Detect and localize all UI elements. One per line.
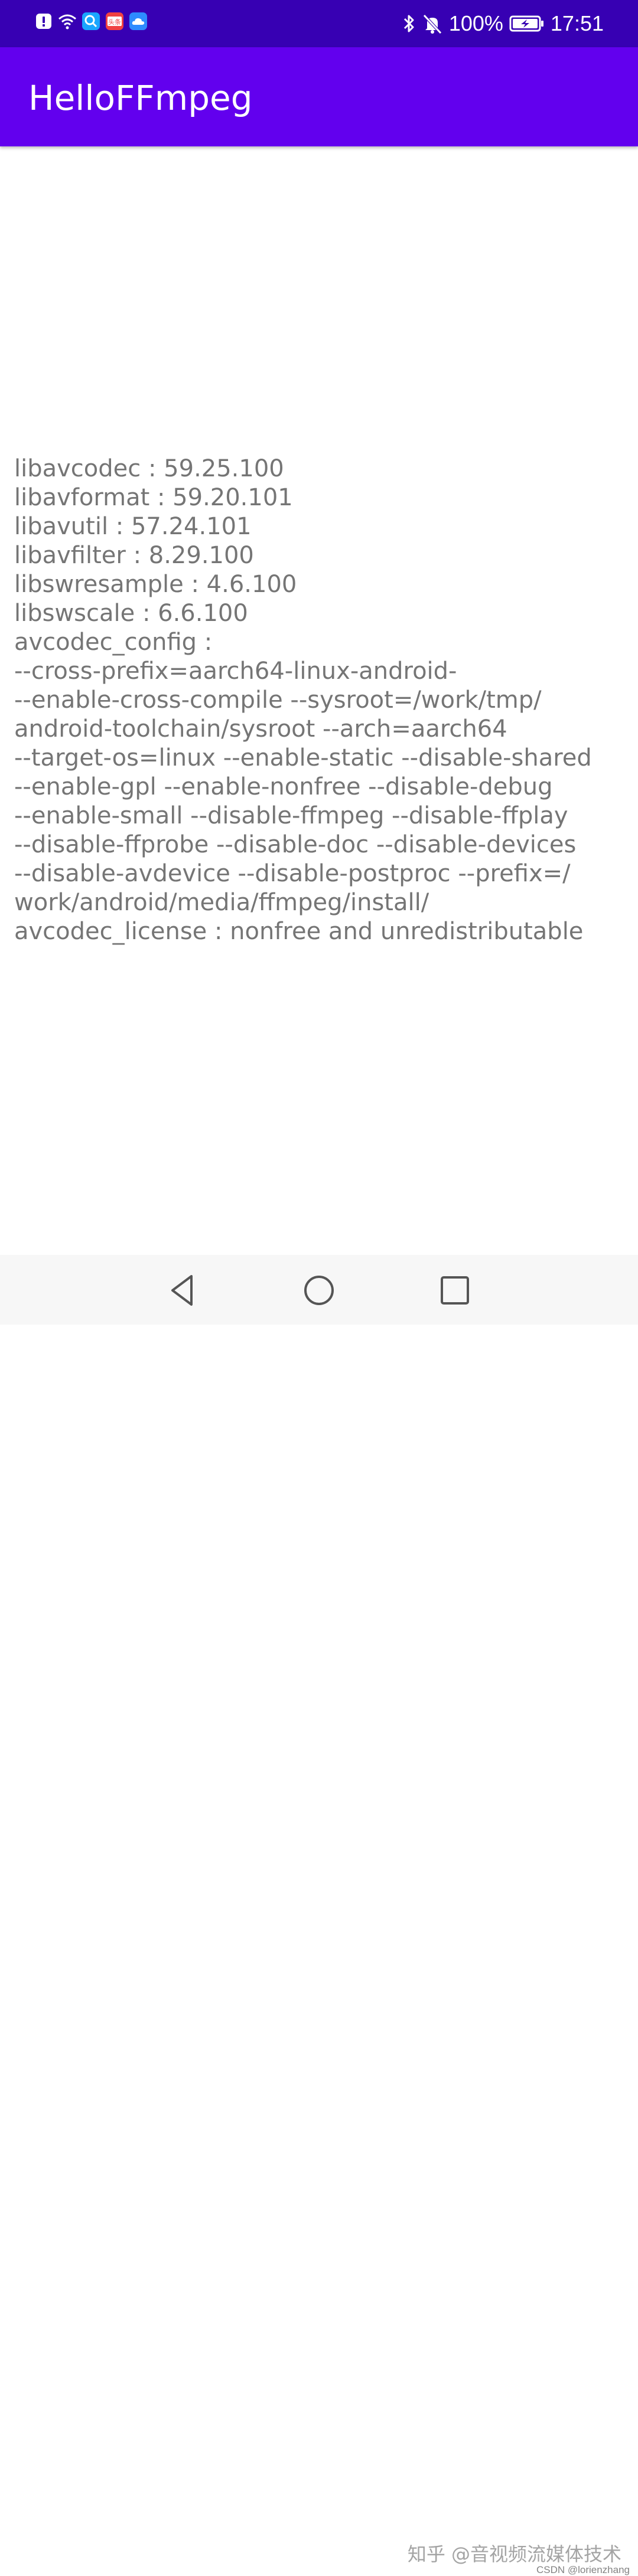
svg-text:头条: 头条 <box>108 18 121 26</box>
info-line: --target-os=linux --enable-static --disa… <box>14 744 592 772</box>
cloud-app-icon <box>129 12 147 30</box>
info-line: libavfilter : 8.29.100 <box>14 542 254 569</box>
info-line: libavutil : 57.24.101 <box>14 513 252 540</box>
battery-charging-icon <box>509 15 543 32</box>
clock: 17:51 <box>550 11 604 35</box>
search-app-icon <box>82 12 100 30</box>
bluetooth-icon <box>403 15 414 32</box>
status-bar: 头条 100% 17:51 <box>0 0 638 47</box>
back-icon[interactable] <box>165 1271 203 1309</box>
info-line: --enable-gpl --enable-nonfree --disable-… <box>14 773 553 800</box>
navigation-bar: 知乎 @音视频流媒体技术 CSDN @lorienzhang <box>0 1255 638 2575</box>
info-line: libswscale : 6.6.100 <box>14 600 248 627</box>
bell-muted-icon <box>423 14 442 34</box>
info-line: --enable-small --disable-ffmpeg --disabl… <box>14 802 568 829</box>
info-line: libswresample : 4.6.100 <box>14 571 297 598</box>
watermark-credit: CSDN @lorienzhang <box>536 2564 630 2575</box>
info-line: --cross-prefix=aarch64-linux-android- <box>14 658 457 685</box>
watermark-text: 知乎 @音视频流媒体技术 <box>407 2543 621 2565</box>
notification-icons: 头条 <box>34 12 148 31</box>
app-bar: HelloFFmpeg <box>0 47 638 146</box>
info-line: --disable-ffprobe --disable-doc --disabl… <box>14 831 577 858</box>
info-line: avcodec_config : <box>14 629 213 656</box>
system-indicators: 100% 17:51 <box>402 9 604 38</box>
info-line: --disable-avdevice --disable-postproc --… <box>14 860 571 887</box>
info-line: --enable-cross-compile --sysroot=/work/t… <box>14 687 542 714</box>
wifi-icon <box>58 14 76 30</box>
info-line: android-toolchain/sysroot --arch=aarch64 <box>14 715 507 743</box>
info-line: work/android/media/ffmpeg/install/ <box>14 889 429 916</box>
info-line: libavcodec : 59.25.100 <box>14 455 284 482</box>
app-title: HelloFFmpeg <box>28 78 253 118</box>
recents-icon[interactable] <box>436 1271 474 1309</box>
home-icon[interactable] <box>300 1271 338 1309</box>
info-line: libavformat : 59.20.101 <box>14 484 293 511</box>
info-line: avcodec_license : nonfree and unredistri… <box>14 918 584 945</box>
toutiao-app-icon: 头条 <box>106 12 123 30</box>
alert-icon <box>36 14 51 29</box>
ffmpeg-info-text: libavcodec : 59.25.100 libavformat : 59.2… <box>14 455 617 946</box>
battery-percent: 100% <box>448 11 503 35</box>
